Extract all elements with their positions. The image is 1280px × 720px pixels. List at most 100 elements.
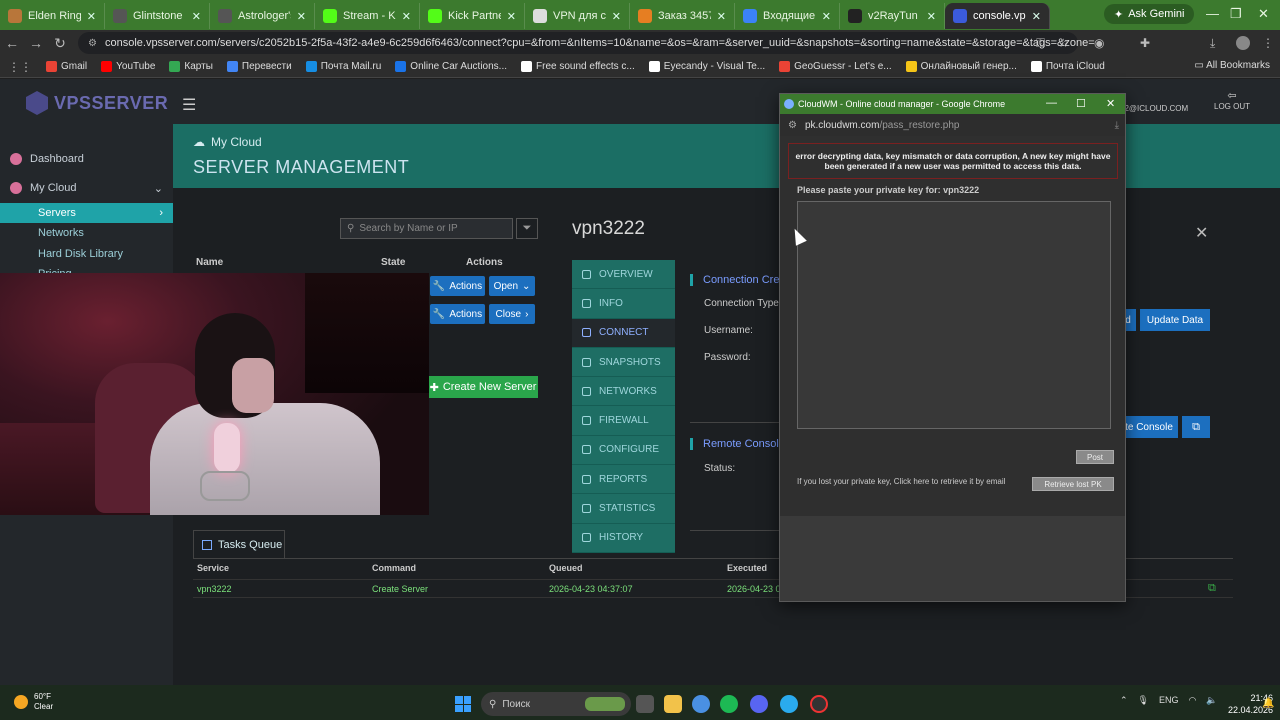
console-button[interactable]: te Console (1120, 416, 1178, 438)
browser-tab[interactable]: Astrologer's Sta ✕ (210, 3, 315, 29)
microphone-tray-icon[interactable]: 🎙 (1138, 695, 1149, 706)
sidebar-item-networks[interactable]: Networks (0, 223, 173, 243)
create-server-button[interactable]: ✚ Create New Server (428, 376, 538, 398)
external-link-button[interactable]: ⧉ (1182, 416, 1210, 438)
star-icon[interactable]: ☆ (1058, 36, 1069, 50)
post-button[interactable]: Post (1076, 450, 1114, 464)
bookmark[interactable]: Карты (169, 61, 213, 72)
forward-icon[interactable]: → (24, 35, 48, 51)
browser-tab[interactable]: Kick Partner Pro ✕ (420, 3, 525, 29)
lost-key-text[interactable]: If you lost your private key, Click here… (797, 477, 1005, 486)
bookmark[interactable]: Online Car Auctions... (395, 61, 507, 72)
chevron-up-icon[interactable]: ⌃ (1120, 695, 1128, 706)
sidebar-item-my-cloud[interactable]: My Cloud ⌄ (0, 178, 173, 198)
tab-firewall[interactable]: FIREWALL (572, 406, 675, 436)
logout-button[interactable]: ⇦ LOG OUT (1214, 89, 1250, 111)
key-icon[interactable]: ⚿ (1036, 36, 1045, 51)
close-icon[interactable]: ✕ (1032, 10, 1041, 23)
start-button[interactable] (455, 696, 471, 712)
tab-configure[interactable]: CONFIGURE (572, 435, 675, 466)
close-icon[interactable]: ✕ (717, 10, 726, 23)
maximize-icon[interactable]: ☐ (1076, 97, 1086, 110)
wifi-icon[interactable]: ◠ (1189, 695, 1197, 706)
site-info-icon[interactable]: ⚙ (788, 120, 797, 131)
language-indicator[interactable]: ENG (1159, 695, 1179, 706)
task-view-icon[interactable] (636, 695, 654, 713)
bookmark[interactable]: Почта iCloud (1030, 61, 1105, 72)
download-icon[interactable]: ⤓ (1210, 36, 1215, 51)
apps-icon[interactable]: ⋮⋮ (8, 60, 32, 74)
file-explorer-icon[interactable] (664, 695, 682, 713)
menu-icon[interactable]: ⋮ (1262, 36, 1274, 50)
app-icon[interactable] (810, 695, 828, 713)
reload-icon[interactable]: ↻ (48, 35, 72, 52)
browser-tab-active[interactable]: console.vpsserv ✕ (945, 3, 1050, 29)
tab-networks[interactable]: NETWORKS (572, 377, 675, 407)
close-icon[interactable]: ✕ (297, 10, 306, 23)
popup-url-bar[interactable]: ⚙ pk.cloudwm.com/pass_restore.php ⤓ (780, 114, 1125, 136)
bookmark[interactable]: GeoGuessr - Let's e... (779, 61, 892, 72)
taskbar-search[interactable]: ⚲ Поиск (481, 692, 631, 716)
tab-history[interactable]: HISTORY (572, 523, 675, 553)
bookmark[interactable]: Free sound effects c... (521, 61, 635, 72)
extension-icon[interactable]: ◉ (1094, 36, 1104, 50)
tab-info[interactable]: INFO (572, 289, 675, 319)
tab-snapshots[interactable]: SNAPSHOTS (572, 347, 675, 378)
open-button[interactable]: Open ⌄ (489, 276, 535, 296)
bookmark[interactable]: YouTube (101, 61, 155, 72)
download-icon[interactable]: ⤓ (1115, 120, 1119, 131)
close-icon[interactable]: ✕ (927, 10, 936, 23)
browser-tab[interactable]: Заказ 3457bacl ✕ (630, 3, 735, 29)
filter-button[interactable]: ⏷ (516, 218, 538, 239)
volume-icon[interactable]: 🔈 (1206, 695, 1217, 706)
actions-button[interactable]: 🔧 Actions (430, 276, 485, 296)
close-icon[interactable]: ✕ (1106, 97, 1115, 110)
puzzle-icon[interactable]: ✚ (1140, 36, 1150, 50)
ask-gemini-button[interactable]: ✦ Ask Gemini (1104, 4, 1195, 24)
weather-widget[interactable]: 60°F Clear (14, 692, 53, 712)
logo[interactable]: VPSSERVER (26, 91, 168, 115)
browser-tab[interactable]: Входящие (59 ✕ (735, 3, 840, 29)
breadcrumb[interactable]: ☁ My Cloud (193, 135, 262, 149)
close-window-icon[interactable]: ✕ (1258, 6, 1269, 22)
sidebar-item-dashboard[interactable]: Dashboard (0, 149, 173, 169)
close-icon[interactable]: ✕ (612, 10, 621, 23)
spotify-icon[interactable] (720, 695, 738, 713)
profile-avatar[interactable] (1236, 36, 1250, 50)
update-data-button[interactable]: Update Data (1140, 309, 1210, 331)
tasks-queue-tab[interactable]: Tasks Queue (193, 530, 285, 558)
close-icon[interactable]: ✕ (507, 10, 516, 23)
close-icon[interactable]: ✕ (192, 10, 201, 23)
site-info-icon[interactable]: ⚙ (88, 38, 97, 49)
bookmark[interactable]: Почта Mail.ru (305, 61, 381, 72)
tab-overview[interactable]: OVERVIEW (572, 260, 675, 290)
browser-tab[interactable]: v2RayTun ✕ (840, 3, 945, 29)
browser-tab[interactable]: Elden Ring Map ✕ (0, 3, 105, 29)
sidebar-item-servers[interactable]: Servers › (0, 203, 173, 223)
url-field[interactable]: ⚙ console.vpsserver.com/servers/c2052b15… (78, 32, 1095, 54)
close-icon[interactable]: ✕ (87, 10, 96, 23)
browser-tab[interactable]: Stream - Kick D ✕ (315, 3, 420, 29)
browser-tab[interactable]: VPN для стрим ✕ (525, 3, 630, 29)
search-input[interactable]: ⚲ Search by Name or IP (340, 218, 513, 239)
close-button[interactable]: Close › (489, 304, 535, 324)
bookmark[interactable]: Онлайновый генер... (905, 61, 1017, 72)
retrieve-lost-pk-button[interactable]: Retrieve lost PK (1032, 477, 1114, 491)
browser-tab[interactable]: Glintstone Staff ✕ (105, 3, 210, 29)
bookmark[interactable]: Gmail (46, 61, 87, 72)
sidebar-item-hard-disk[interactable]: Hard Disk Library (0, 244, 173, 264)
external-link-icon[interactable]: ⧉ (1208, 582, 1216, 595)
bookmark[interactable]: Перевести (226, 61, 292, 72)
close-icon[interactable]: ✕ (402, 10, 411, 23)
minimize-icon[interactable]: — (1046, 97, 1057, 109)
hamburger-icon[interactable]: ☰ (182, 95, 196, 115)
notification-icon[interactable]: 🔔 (1262, 698, 1274, 709)
back-icon[interactable]: ← (0, 35, 24, 51)
tq-cell-service[interactable]: vpn3222 (197, 584, 232, 594)
close-icon[interactable]: ✕ (1195, 223, 1208, 243)
discord-icon[interactable] (750, 695, 768, 713)
maximize-icon[interactable]: ❐ (1230, 6, 1242, 22)
tab-connect[interactable]: CONNECT (572, 318, 675, 348)
all-bookmarks[interactable]: ▭ All Bookmarks (1194, 60, 1270, 71)
tab-statistics[interactable]: STATISTICS (572, 494, 675, 524)
